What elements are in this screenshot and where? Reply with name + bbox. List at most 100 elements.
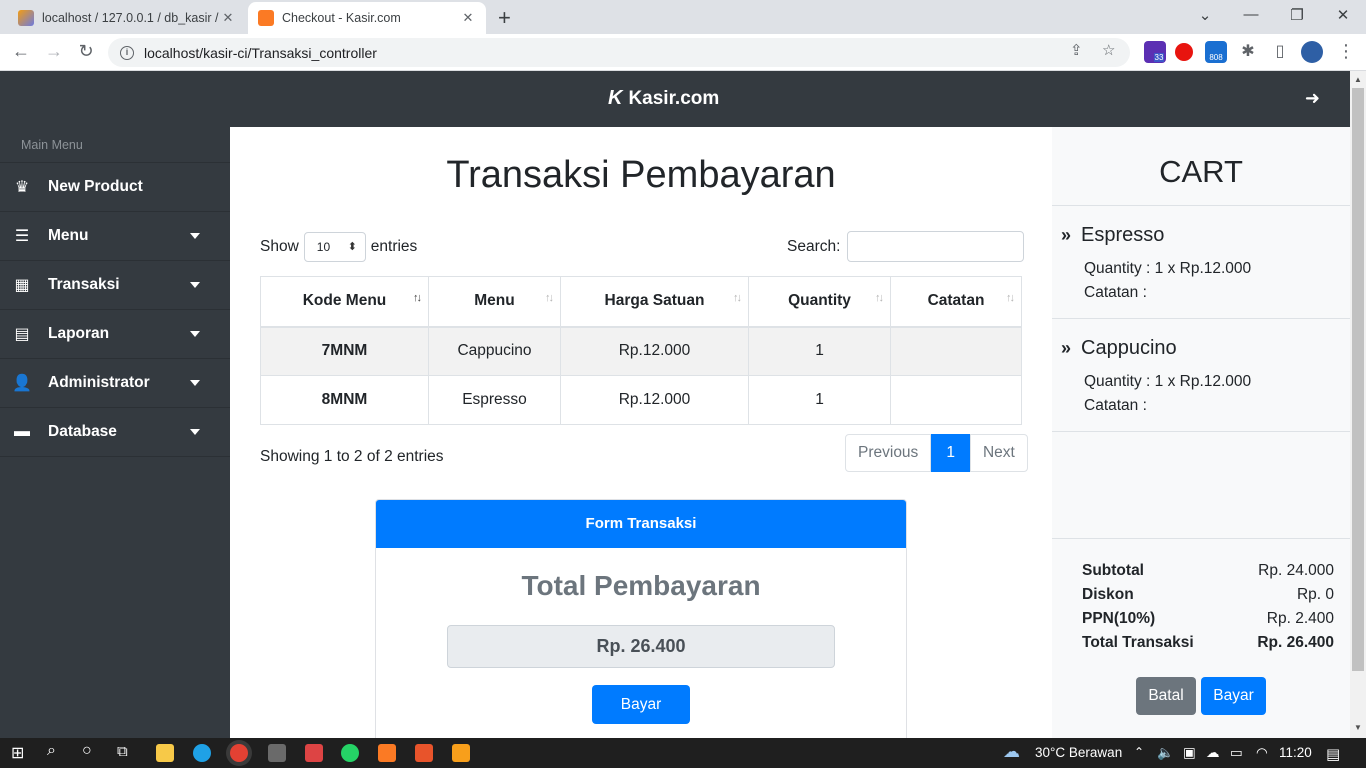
cart-item-note: Catatan : [1084, 284, 1147, 301]
wifi-icon[interactable]: ◠ [1256, 745, 1268, 761]
sidebar-item-label: Transaksi [48, 276, 120, 293]
extensions-puzzle-icon[interactable]: ✱ [1237, 41, 1259, 61]
cart-summary: Subtotal Rp. 24.000 Diskon Rp. 0 PPN(10%… [1052, 538, 1350, 738]
site-info-icon[interactable]: i [120, 45, 134, 60]
tab-phpmyadmin[interactable]: localhost / 127.0.0.1 / db_kasir / t ✕ [8, 2, 246, 34]
onedrive-icon[interactable]: ☁ [1206, 745, 1220, 761]
cart-title: CART [1052, 127, 1350, 206]
chrome-icon[interactable] [230, 744, 248, 762]
sidebar-item-new-product[interactable]: ♛ New Product [0, 163, 230, 212]
brand[interactable]: K Kasir.com [608, 87, 719, 110]
table-row: 8MNM Espresso Rp.12.000 1 [260, 375, 1022, 425]
meet-now-icon[interactable]: ▣ [1183, 745, 1196, 761]
server-icon: ▬ [14, 423, 30, 440]
page-scrollbar[interactable]: ▲ ▼ [1350, 71, 1366, 738]
paint-icon[interactable] [305, 744, 323, 762]
sidebar-item-laporan[interactable]: ▤ Laporan [0, 310, 230, 359]
batal-button[interactable]: Batal [1136, 677, 1196, 715]
page-1-button[interactable]: 1 [931, 434, 970, 472]
scroll-up-icon[interactable]: ▲ [1354, 75, 1362, 84]
acrobat-icon[interactable] [415, 744, 433, 762]
caret-down-icon [190, 429, 200, 435]
close-tab-icon[interactable]: ✕ [460, 10, 476, 26]
windows-start-icon[interactable]: ⊞ [11, 743, 24, 763]
edge-icon[interactable] [193, 744, 211, 762]
sidebar-item-menu[interactable]: ☰ Menu [0, 212, 230, 261]
column-label: Menu [474, 292, 515, 310]
summary-label: Total Transaksi [1082, 634, 1194, 651]
summary-row-diskon: Diskon Rp. 0 [1082, 583, 1334, 607]
bayar-button[interactable]: Bayar [592, 685, 690, 724]
cart-bayar-button[interactable]: Bayar [1201, 677, 1266, 715]
browser-menu-icon[interactable]: ⋮ [1335, 41, 1357, 62]
search-input[interactable] [847, 231, 1025, 262]
cell-quantity: 1 [748, 375, 891, 425]
battery-icon[interactable]: ▭ [1230, 745, 1243, 761]
forward-icon[interactable]: → [43, 41, 65, 62]
close-tab-icon[interactable]: ✕ [220, 10, 236, 26]
video-editor-icon[interactable] [268, 744, 286, 762]
scrollbar-thumb[interactable] [1352, 88, 1364, 671]
brand-name: Kasir.com [628, 87, 720, 109]
url-input[interactable]: i localhost/kasir-ci/Transaksi_controlle… [108, 38, 1130, 67]
side-panel-icon[interactable]: ▯ [1269, 41, 1291, 61]
logout-icon[interactable]: ➜ [1305, 88, 1320, 109]
whatsapp-icon[interactable] [341, 744, 359, 762]
weather-cloud-icon[interactable]: ☁ [1003, 742, 1020, 762]
back-icon[interactable]: ← [10, 41, 32, 62]
cart-item-name: Espresso [1081, 224, 1165, 246]
column-label: Quantity [788, 292, 851, 310]
column-header-menu[interactable]: Menu ↑↓ [428, 276, 561, 328]
volume-icon[interactable]: 🔈 [1157, 745, 1174, 761]
restore-button[interactable]: ❐ [1287, 6, 1307, 24]
summary-label: Diskon [1082, 586, 1134, 603]
extension-opera-icon[interactable] [1175, 43, 1193, 61]
minimize-button[interactable]: — [1241, 6, 1261, 23]
cell-kode-menu: 8MNM [260, 375, 429, 425]
weather-text[interactable]: 30°C Berawan [1035, 745, 1122, 760]
browser-tab-bar: localhost / 127.0.0.1 / db_kasir / t ✕ C… [0, 0, 1366, 34]
reload-icon[interactable]: ↻ [75, 41, 97, 62]
next-page-button[interactable]: Next [969, 434, 1028, 472]
clock-time[interactable]: 11:20 [1279, 745, 1312, 760]
new-tab-button[interactable]: + [498, 5, 511, 31]
share-icon[interactable]: ⇪ [1070, 41, 1083, 59]
close-window-button[interactable]: ✕ [1333, 6, 1353, 24]
column-header-catatan[interactable]: Catatan ↑↓ [890, 276, 1022, 328]
show-hidden-icons[interactable]: ⌃ [1134, 745, 1144, 759]
double-chevron-right-icon: » [1061, 338, 1072, 358]
badge-count: 808 [1209, 53, 1223, 62]
cart-item-note: Catatan : [1084, 397, 1147, 414]
column-header-kode-menu[interactable]: Kode Menu ↑↓ [260, 276, 429, 328]
crown-icon: ♛ [14, 179, 30, 196]
tab-search-icon[interactable]: ⌄ [1195, 6, 1215, 24]
cell-catatan [890, 326, 1022, 376]
total-pembayaran-label: Total Pembayaran [521, 570, 761, 601]
bars-icon: ☰ [14, 228, 30, 245]
entries-length-control: Show 10 entries [260, 232, 417, 262]
tab-checkout[interactable]: Checkout - Kasir.com ✕ [248, 2, 486, 34]
scroll-down-icon[interactable]: ▼ [1354, 723, 1362, 732]
sidebar-item-transaksi[interactable]: ▦ Transaksi [0, 261, 230, 310]
sidebar-heading: Main Menu [0, 127, 230, 163]
extension-graduation-icon[interactable]: 33 [1144, 41, 1166, 63]
profile-avatar[interactable] [1301, 41, 1323, 63]
sort-icon: ↑↓ [545, 292, 554, 304]
column-header-harga-satuan[interactable]: Harga Satuan ↑↓ [560, 276, 749, 328]
sidebar-item-administrator[interactable]: 👤 Administrator [0, 359, 230, 408]
notification-icon[interactable]: ▤ [1326, 745, 1340, 763]
previous-page-button[interactable]: Previous [845, 434, 932, 472]
cortana-icon[interactable]: ○ [82, 742, 92, 760]
file-explorer-icon[interactable] [156, 744, 174, 762]
bookmark-star-icon[interactable]: ☆ [1102, 41, 1115, 59]
task-view-icon[interactable]: ⧉ [117, 743, 128, 760]
sidebar-item-database[interactable]: ▬ Database [0, 408, 230, 457]
search-icon[interactable]: ⌕ [47, 742, 56, 760]
sublime-text-icon[interactable] [452, 744, 470, 762]
brand-logo-icon: K [608, 87, 623, 109]
extension-monitor-icon[interactable]: 808 [1205, 41, 1227, 63]
column-header-quantity[interactable]: Quantity ↑↓ [748, 276, 891, 328]
entries-select[interactable]: 10 [303, 232, 366, 262]
xampp-icon[interactable] [378, 744, 396, 762]
cart-item: » Espresso Quantity : 1 x Rp.12.000 Cata… [1052, 206, 1350, 319]
